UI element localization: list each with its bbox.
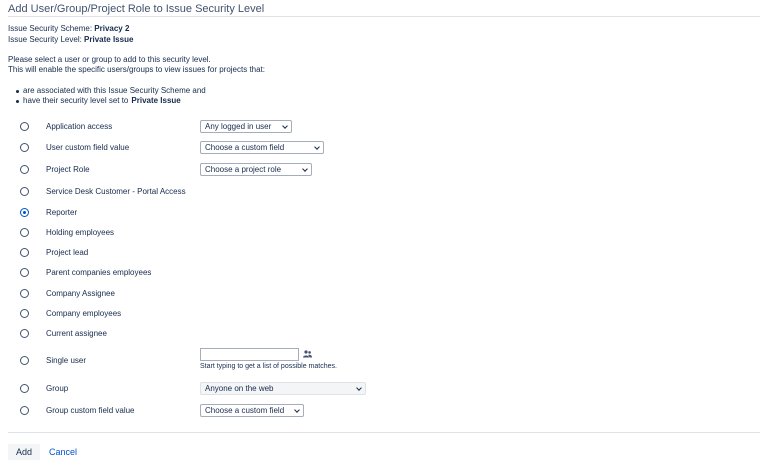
option-label: Group (46, 384, 69, 393)
option-company-assignee: Company Assignee (0, 284, 768, 304)
option-parent-companies-employees: Parent companies employees (0, 263, 768, 283)
add-button[interactable]: Add (8, 444, 41, 460)
option-project-lead: Project lead (0, 243, 768, 263)
option-user-custom-field: User custom field value Choose a custom … (0, 138, 768, 158)
scheme-label: Issue Security Scheme: (8, 24, 93, 33)
radio-company-employees[interactable] (20, 309, 29, 318)
user-custom-field-select[interactable]: Choose a custom field (200, 141, 324, 154)
select-value: Any logged in user (205, 122, 272, 131)
radio-project-role[interactable] (20, 165, 29, 174)
option-reporter: Reporter (0, 203, 768, 223)
single-user-input[interactable] (200, 348, 299, 361)
chevron-down-icon (294, 407, 300, 413)
bullet-1: are associated with this Issue Security … (16, 86, 206, 96)
level-label: Issue Security Level: (8, 35, 82, 44)
chevron-down-icon (282, 123, 288, 129)
option-current-assignee: Current assignee (0, 324, 768, 344)
radio-application-access[interactable] (20, 122, 29, 131)
option-label: Group custom field value (46, 406, 135, 415)
option-company-employees: Company employees (0, 304, 768, 324)
option-label: Holding employees (46, 228, 115, 237)
option-single-user: Single user (0, 351, 768, 371)
option-service-desk-customer: Service Desk Customer - Portal Access (0, 182, 768, 202)
select-value: Choose a custom field (205, 143, 285, 152)
option-label: Application access (46, 122, 113, 131)
option-label: Project lead (46, 248, 89, 257)
chevron-down-icon (314, 144, 320, 150)
option-application-access: Application access Any logged in user (0, 117, 768, 137)
radio-project-lead[interactable] (20, 248, 29, 257)
chevron-down-icon (356, 385, 362, 391)
bullet-2: have their security level set to Private… (16, 96, 181, 106)
option-label: Company employees (46, 309, 122, 318)
project-role-select[interactable]: Choose a project role (200, 163, 312, 176)
option-label: Parent companies employees (46, 268, 152, 277)
scheme-value: Privacy 2 (94, 24, 130, 33)
bullet-dot (16, 89, 19, 93)
radio-user-custom-field[interactable] (20, 143, 29, 152)
option-label: Company Assignee (46, 289, 115, 298)
group-custom-field-select[interactable]: Choose a custom field (200, 404, 304, 417)
single-user-hint: Start typing to get a list of possible m… (200, 363, 337, 370)
users-icon[interactable] (303, 350, 312, 358)
title-divider (8, 16, 760, 17)
page-title: Add User/Group/Project Role to Issue Sec… (8, 3, 265, 15)
radio-company-assignee[interactable] (20, 289, 29, 298)
radio-group-custom-field[interactable] (20, 406, 29, 415)
radio-parent-companies-employees[interactable] (20, 268, 29, 277)
option-project-role: Project Role Choose a project role (0, 160, 768, 180)
level-value: Private Issue (84, 35, 134, 44)
chevron-down-icon (302, 166, 308, 172)
option-label: User custom field value (46, 143, 130, 152)
option-group: Group Anyone on the web (0, 379, 768, 399)
radio-holding-employees[interactable] (20, 228, 29, 237)
radio-reporter[interactable] (20, 208, 29, 217)
select-value: Choose a custom field (205, 406, 285, 415)
option-label: Current assignee (46, 329, 107, 338)
option-label: Service Desk Customer - Portal Access (46, 187, 186, 196)
application-access-select[interactable]: Any logged in user (200, 120, 292, 133)
intro-line-1: Please select a user or group to add to … (8, 55, 211, 64)
radio-current-assignee[interactable] (20, 329, 29, 338)
intro-line-2: This will enable the specific users/grou… (8, 65, 266, 74)
select-value: Choose a project role (205, 165, 282, 174)
option-label: Reporter (46, 208, 78, 217)
option-label: Project Role (46, 165, 90, 174)
bullet-value: Private Issue (131, 96, 181, 105)
group-select[interactable]: Anyone on the web (200, 382, 366, 395)
bullet-text: are associated with this Issue Security … (23, 86, 206, 95)
footer-divider (8, 432, 760, 433)
scheme-info: Issue Security Scheme: Privacy 2 (8, 24, 129, 34)
radio-single-user[interactable] (20, 356, 29, 365)
bullet-dot (16, 99, 19, 103)
select-value: Anyone on the web (205, 384, 274, 393)
radio-group[interactable] (20, 384, 29, 393)
option-label: Single user (46, 356, 87, 365)
bullet-text: have their security level set to (23, 96, 129, 105)
level-info: Issue Security Level: Private Issue (8, 35, 133, 45)
option-group-custom-field: Group custom field value Choose a custom… (0, 401, 768, 421)
radio-service-desk-customer[interactable] (20, 187, 29, 196)
option-holding-employees: Holding employees (0, 223, 768, 243)
cancel-link[interactable]: Cancel (49, 447, 77, 457)
